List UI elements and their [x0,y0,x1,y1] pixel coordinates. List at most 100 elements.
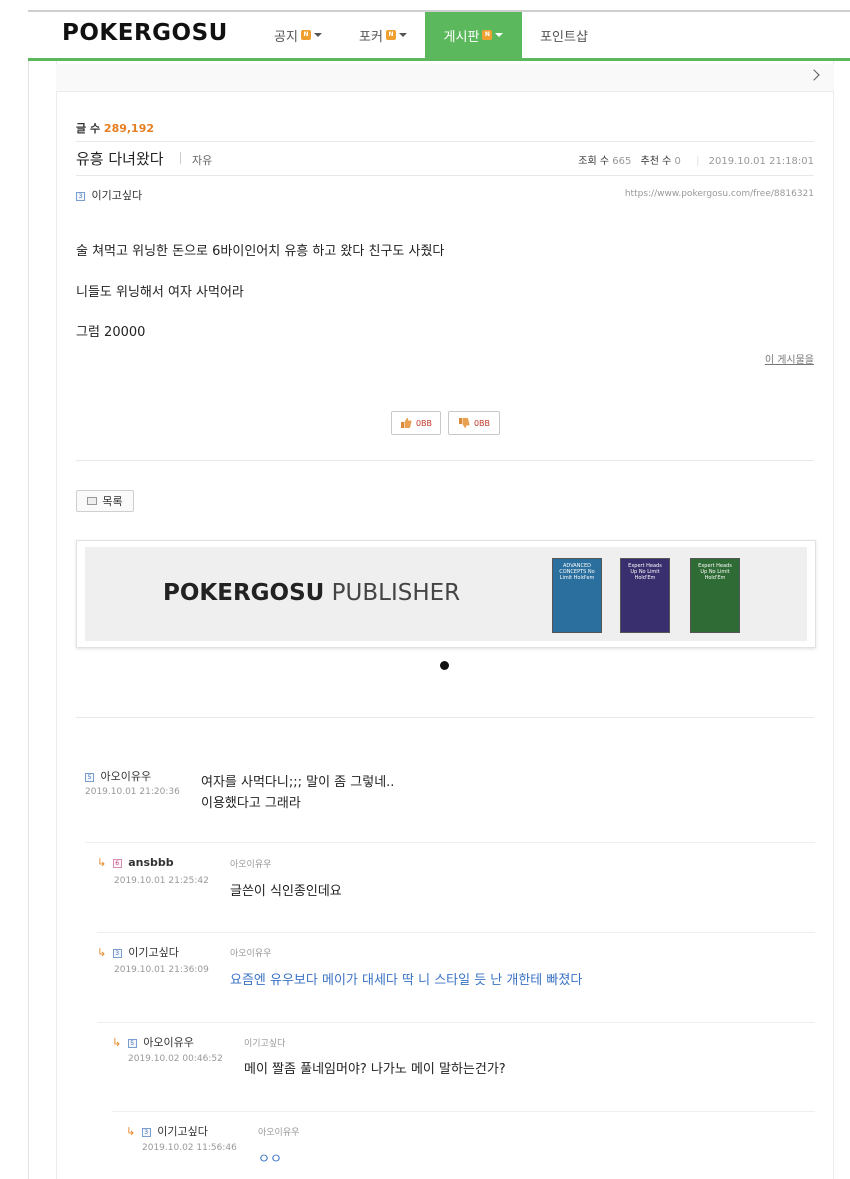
menu-poker[interactable]: 포커 N [342,12,424,58]
comment-author-name: 아오이유우 [143,1036,194,1049]
divider [76,717,814,718]
comment-reply-to: 아오이유우 [230,949,272,959]
book-cover: ADVANCED CONCEPTS No Limit Hold'em [552,558,602,633]
recommend-value: 0 [674,156,681,167]
comment-reply-to: 아오이유우 [258,1128,300,1138]
vote-down-count: 0BB [473,418,491,428]
menu-point-shop-label: 포인트샵 [540,29,588,45]
new-badge: N [482,30,493,40]
comment-author-name: 아오이유우 [100,770,152,783]
post-count-label: 글 수 [76,122,101,135]
menu-point-shop[interactable]: 포인트샵 [528,12,600,58]
views-label: 조회 수 [578,156,610,167]
comment-author[interactable]: ↳ 5 아오이유우 [112,1034,194,1050]
thumbs-down-icon [458,418,470,428]
level-icon: 3 [76,191,85,201]
comment-author[interactable]: ↳ 6 ansbbb [97,856,174,869]
comment-author[interactable]: 5 아오이유우 [85,768,151,784]
book-cover: Expert Heads Up No Limit Hold'Em [620,558,670,633]
comment-date: 2019.10.01 21:36:09 [114,965,209,975]
comment-author-name: 이기고싶다 [128,946,179,959]
post-author-name: 이기고싶다 [91,189,143,202]
list-button-label: 목록 [102,495,123,508]
level-icon: 6 [112,858,122,868]
post-category[interactable]: 자유 [192,152,212,168]
comment-reply-to: 이기고싶다 [244,1039,286,1049]
post-body-line: 그럼 20000 [76,325,146,340]
reply-arrow-icon: ↳ [126,1125,136,1138]
divider [76,141,814,142]
menu-board-label: 게시판 [443,29,480,45]
divider [97,1022,815,1023]
comment-text: 요즘엔 유우보다 메이가 대세다 딱 니 스타일 듯 난 개한테 빠졌다 [230,973,583,988]
post-title: 유흥 다녀왔다 [76,150,164,168]
site-logo[interactable]: POKERGOSU [62,20,228,46]
carousel-dot[interactable] [440,661,449,670]
reply-arrow-icon: ↳ [97,946,107,959]
vote-up-button[interactable]: 0BB [391,411,441,435]
post-url[interactable]: https://www.pokergosu.com/free/8816321 [625,189,814,199]
vote-up-count: 0BB [415,418,433,428]
vote-down-button[interactable]: 0BB [448,411,500,435]
post-body-line: 술 쳐먹고 위닝한 돈으로 6바이인어치 유흥 하고 왔다 친구도 사줬다 [76,244,445,259]
comment-text: 이용했다고 그래라 [201,796,301,811]
comment-date: 2019.10.02 11:56:46 [142,1143,237,1153]
level-icon: 5 [127,1038,137,1048]
chevron-down-icon [398,33,407,37]
publisher-banner[interactable]: POKERGOSU PUBLISHER ADVANCED CONCEPTS No… [76,540,816,648]
menu-notice[interactable]: 공지 N [258,12,338,58]
chevron-down-icon [313,33,322,37]
menu-poker-label: 포커 [359,29,383,45]
banner-brand-light: PUBLISHER [331,580,461,606]
views-value: 665 [612,156,632,167]
menu-board[interactable]: 게시판 N [425,12,522,58]
book-cover: Expert Heads Up No Limit Hold'Em [690,558,740,633]
post-meta: 조회 수 665 추천 수 0 | 2019.10.01 21:18:01 [578,152,814,167]
top-navigation: POKERGOSU 공지 N 포커 N 게시판 N 포인트샵 [28,10,850,61]
divider [97,932,815,933]
list-icon [87,497,98,505]
divider [76,175,814,176]
comment-date: 2019.10.01 21:25:42 [114,876,209,886]
comment-date: 2019.10.01 21:20:36 [85,787,180,797]
divider: | [696,156,700,167]
reply-arrow-icon: ↳ [97,856,107,869]
recommend-label: 추천 수 [640,156,672,167]
chevron-down-icon [495,33,504,37]
comment-author-name: 이기고싶다 [157,1125,208,1138]
book-title: ADVANCED CONCEPTS No Limit Hold'em [559,563,595,581]
list-button[interactable]: 목록 [76,490,134,512]
comment-date: 2019.10.02 00:46:52 [128,1054,223,1064]
divider [76,460,814,461]
chevron-right-icon[interactable] [808,69,820,81]
new-badge: N [385,30,396,40]
board-top-strip [56,64,834,92]
comment-text: ㅇㅇ [258,1152,282,1167]
divider [85,842,815,843]
divider [112,1111,815,1112]
banner-background: POKERGOSU PUBLISHER ADVANCED CONCEPTS No… [85,547,807,641]
comment-reply-to: 아오이유우 [230,860,272,870]
comment-text: 메이 짤좀 풀네임머야? 나가노 메이 말하는건가? [244,1062,506,1077]
level-icon: 3 [141,1127,151,1137]
post-author[interactable]: 3 이기고싶다 [76,187,142,203]
reply-arrow-icon: ↳ [112,1036,122,1049]
book-title: Expert Heads Up No Limit Hold'Em [698,563,732,581]
level-icon: 5 [85,772,94,782]
new-badge: N [300,30,311,40]
level-icon: 3 [112,948,122,958]
post-date: 2019.10.01 21:18:01 [708,156,814,167]
banner-brand-bold: POKERGOSU [163,580,325,606]
divider [180,152,181,164]
post-count: 글 수 289,192 [76,120,154,136]
thumbs-up-icon [400,418,412,428]
author-posts-link[interactable]: 이 게시물을 [765,351,814,366]
frame-border [28,61,29,1179]
comment-text: 글쓴이 식인종인데요 [230,884,342,899]
book-title: Expert Heads Up No Limit Hold'Em [628,563,662,581]
comment-author[interactable]: ↳ 3 이기고싶다 [126,1123,208,1139]
comment-author-name: ansbbb [128,856,174,869]
comment-text: 여자를 사먹다니;;; 말이 좀 그렇네.. [201,775,395,790]
comment-author[interactable]: ↳ 3 이기고싶다 [97,944,179,960]
menu-notice-label: 공지 [274,29,298,45]
